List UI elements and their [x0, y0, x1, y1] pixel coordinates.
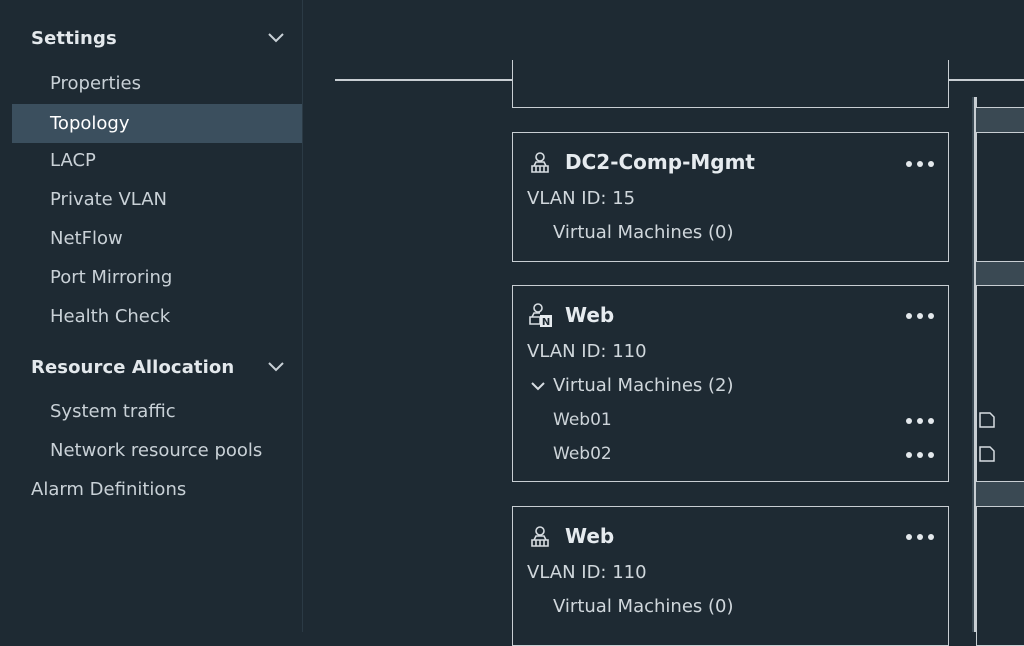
- nav-health-check[interactable]: Health Check: [12, 297, 302, 336]
- nav-lacp[interactable]: LACP: [12, 141, 302, 180]
- portgroup-icon: [527, 523, 553, 549]
- vm-item-web01[interactable]: Web01: [553, 410, 612, 430]
- more-actions-icon[interactable]: [906, 309, 934, 323]
- sidebar: Settings Properties Topology LACP Privat…: [0, 0, 303, 632]
- more-actions-icon[interactable]: [906, 530, 934, 544]
- nav-properties[interactable]: Properties: [12, 64, 302, 103]
- nav-label: Network resource pools: [50, 440, 263, 461]
- nav-private-vlan[interactable]: Private VLAN: [12, 180, 302, 219]
- portgroup-card[interactable]: N Web VLAN ID: 110 Virtual Machines (2) …: [512, 285, 949, 482]
- nsx-portgroup-icon: N: [527, 302, 553, 328]
- nav-port-mirroring[interactable]: Port Mirroring: [12, 258, 302, 297]
- vm-item-web02[interactable]: Web02: [553, 444, 612, 464]
- vlan-id: VLAN ID: 110: [527, 341, 647, 362]
- chevron-down-icon[interactable]: [266, 28, 286, 48]
- nav-label: Topology: [50, 113, 130, 134]
- portgroup-card[interactable]: Web VLAN ID: 110 Virtual Machines (0): [512, 506, 949, 646]
- nav-label: System traffic: [50, 401, 176, 422]
- nav-label: Health Check: [50, 306, 171, 327]
- nav-network-resource-pools[interactable]: Network resource pools: [12, 431, 302, 470]
- resource-allocation-section-header[interactable]: Resource Allocation: [31, 353, 286, 381]
- uplink-box[interactable]: [976, 132, 1024, 262]
- settings-section-label: Settings: [31, 27, 117, 49]
- portgroup-title: Web: [527, 523, 614, 549]
- uplink-box[interactable]: [976, 506, 1024, 646]
- chevron-down-icon[interactable]: [529, 377, 547, 395]
- nav-label: Private VLAN: [50, 189, 168, 210]
- nav-topology[interactable]: Topology: [12, 104, 302, 143]
- virtual-machines-label: Virtual Machines (2): [553, 375, 734, 396]
- virtual-machines-label: Virtual Machines (0): [553, 222, 734, 243]
- portgroup-title: N Web: [527, 302, 614, 328]
- nav-alarm-definitions[interactable]: Alarm Definitions: [12, 470, 302, 509]
- svg-text:N: N: [542, 317, 550, 328]
- resource-allocation-label: Resource Allocation: [31, 356, 235, 378]
- portgroup-name: Web: [565, 524, 615, 548]
- portgroup-card[interactable]: DC2-Comp-Mgmt VLAN ID: 15 Virtual Machin…: [512, 132, 949, 262]
- portgroup-name: Web: [565, 303, 615, 327]
- vlan-id: VLAN ID: 15: [527, 188, 636, 209]
- more-actions-icon[interactable]: [906, 414, 934, 428]
- nav-label: NetFlow: [50, 228, 123, 249]
- portgroup-title: DC2-Comp-Mgmt: [527, 149, 755, 175]
- vm-port-icon[interactable]: [978, 445, 996, 463]
- more-actions-icon[interactable]: [906, 448, 934, 462]
- portgroup-icon: [527, 149, 553, 175]
- nav-netflow[interactable]: NetFlow: [12, 219, 302, 258]
- nav-system-traffic[interactable]: System traffic: [12, 392, 302, 431]
- nav-label: Port Mirroring: [50, 267, 173, 288]
- portgroup-card-partial[interactable]: [512, 60, 949, 108]
- nav-label: Properties: [50, 73, 141, 94]
- settings-section-header[interactable]: Settings: [31, 24, 286, 52]
- more-actions-icon[interactable]: [906, 157, 934, 171]
- portgroup-name: DC2-Comp-Mgmt: [565, 150, 755, 174]
- uplink-box[interactable]: [976, 97, 1024, 108]
- nav-label: Alarm Definitions: [31, 479, 187, 500]
- virtual-machines-expander[interactable]: Virtual Machines (2): [529, 375, 733, 396]
- chevron-down-icon[interactable]: [266, 357, 286, 377]
- virtual-machines-label: Virtual Machines (0): [553, 596, 734, 617]
- vlan-id: VLAN ID: 110: [527, 562, 647, 583]
- vm-port-icon[interactable]: [978, 411, 996, 429]
- nav-label: LACP: [50, 150, 96, 171]
